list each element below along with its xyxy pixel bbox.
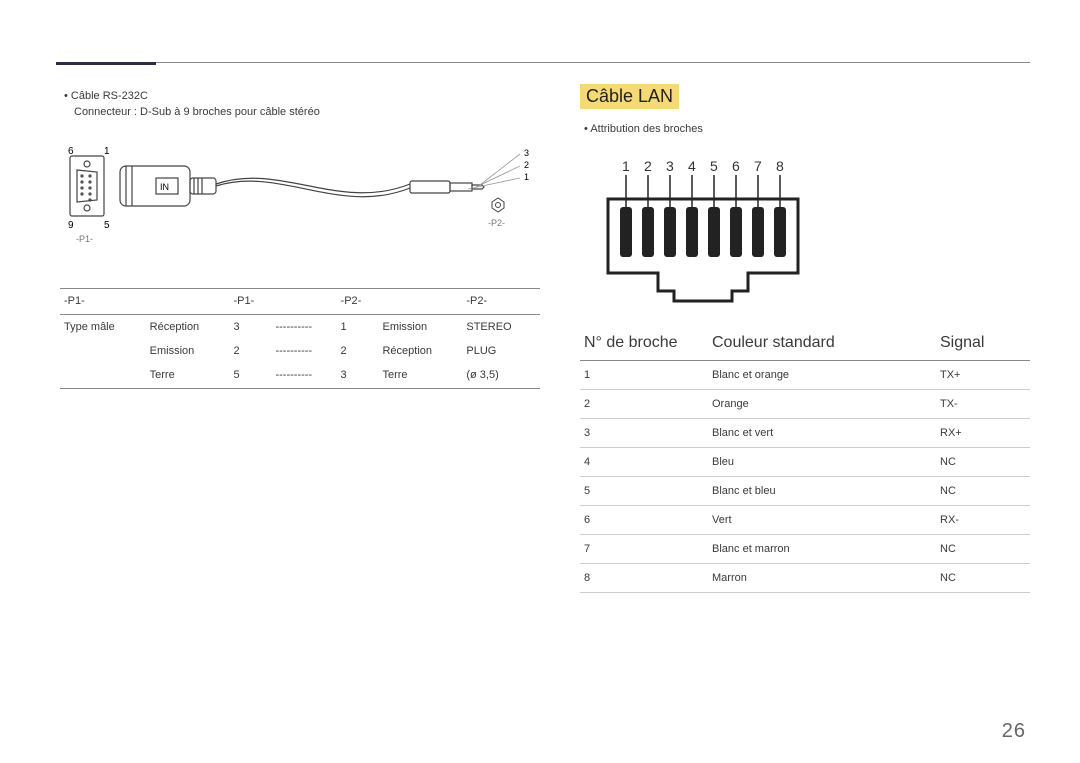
table-row: 8MarronNC <box>580 564 1030 593</box>
table-row: -P1- -P1- -P2- -P2- <box>60 289 540 314</box>
pin-num: 3 <box>666 158 674 174</box>
rs232-bullet: Câble RS-232C <box>64 90 540 102</box>
table-row: 4BleuNC <box>580 448 1030 477</box>
top-horizontal-rule <box>56 62 1030 63</box>
rs232-subtitle: Connecteur : D-Sub à 9 broches pour câbl… <box>74 106 540 118</box>
p1-label-9: 9 <box>68 220 74 231</box>
t2-h1: Couleur standard <box>708 326 936 361</box>
table-row: Type mâleRéception3----------1EmissionST… <box>60 315 540 340</box>
p1-label-5: 5 <box>104 220 110 231</box>
lan-section-title: Câble LAN <box>580 84 679 109</box>
rs232-cable-diagram: 6 1 9 5 -P1- IN <box>60 136 540 269</box>
table-row: Emission2----------2RéceptionPLUG <box>60 339 540 363</box>
pin-num: 1 <box>622 158 630 174</box>
table-row: 2OrangeTX- <box>580 390 1030 419</box>
t2-h0: N° de broche <box>580 326 708 361</box>
t1-h6: -P2- <box>462 289 540 314</box>
t1-h3 <box>271 289 336 314</box>
p1-label-6: 6 <box>68 146 74 157</box>
table-row: 3Blanc et vertRX+ <box>580 419 1030 448</box>
table-row: 5Blanc et bleuNC <box>580 477 1030 506</box>
t1-h1 <box>146 289 230 314</box>
t2-h2: Signal <box>936 326 1030 361</box>
rs232-pin-table: -P1- -P1- -P2- -P2- Type mâleRéception3-… <box>60 287 540 389</box>
lan-bullet: Attribution des broches <box>584 123 1030 135</box>
p2-line-1: 1 <box>524 172 529 182</box>
lan-pin-table: N° de broche Couleur standard Signal 1Bl… <box>580 326 1030 593</box>
t1-h0: -P1- <box>60 289 146 314</box>
pin-num: 5 <box>710 158 718 174</box>
pin-num: 6 <box>732 158 740 174</box>
in-label: IN <box>160 182 169 192</box>
p2-line-3: 3 <box>524 148 529 158</box>
t1-h2: -P1- <box>230 289 272 314</box>
t1-h5 <box>378 289 462 314</box>
t1-h4: -P2- <box>337 289 379 314</box>
pin-num: 4 <box>688 158 696 174</box>
p1-caption: -P1- <box>76 234 93 244</box>
pin-num: 8 <box>776 158 784 174</box>
p2-caption: -P2- <box>488 218 505 228</box>
table-row: Terre5----------3Terre(ø 3,5) <box>60 363 540 387</box>
page-number: 26 <box>1002 720 1026 743</box>
rj45-diagram: 1 2 3 4 5 6 7 8 <box>580 153 1030 316</box>
table-row: 7Blanc et marronNC <box>580 535 1030 564</box>
table-row: 1Blanc et orangeTX+ <box>580 361 1030 390</box>
top-thick-rule <box>56 62 156 65</box>
p1-label-1: 1 <box>104 146 110 157</box>
pin-num: 7 <box>754 158 762 174</box>
p2-line-2: 2 <box>524 160 529 170</box>
pin-num: 2 <box>644 158 652 174</box>
table-row: 6VertRX- <box>580 506 1030 535</box>
left-column: Câble RS-232C Connecteur : D-Sub à 9 bro… <box>60 50 540 593</box>
right-column: Câble LAN Attribution des broches 1 2 3 … <box>580 50 1030 593</box>
page-content: Câble RS-232C Connecteur : D-Sub à 9 bro… <box>0 0 1080 623</box>
